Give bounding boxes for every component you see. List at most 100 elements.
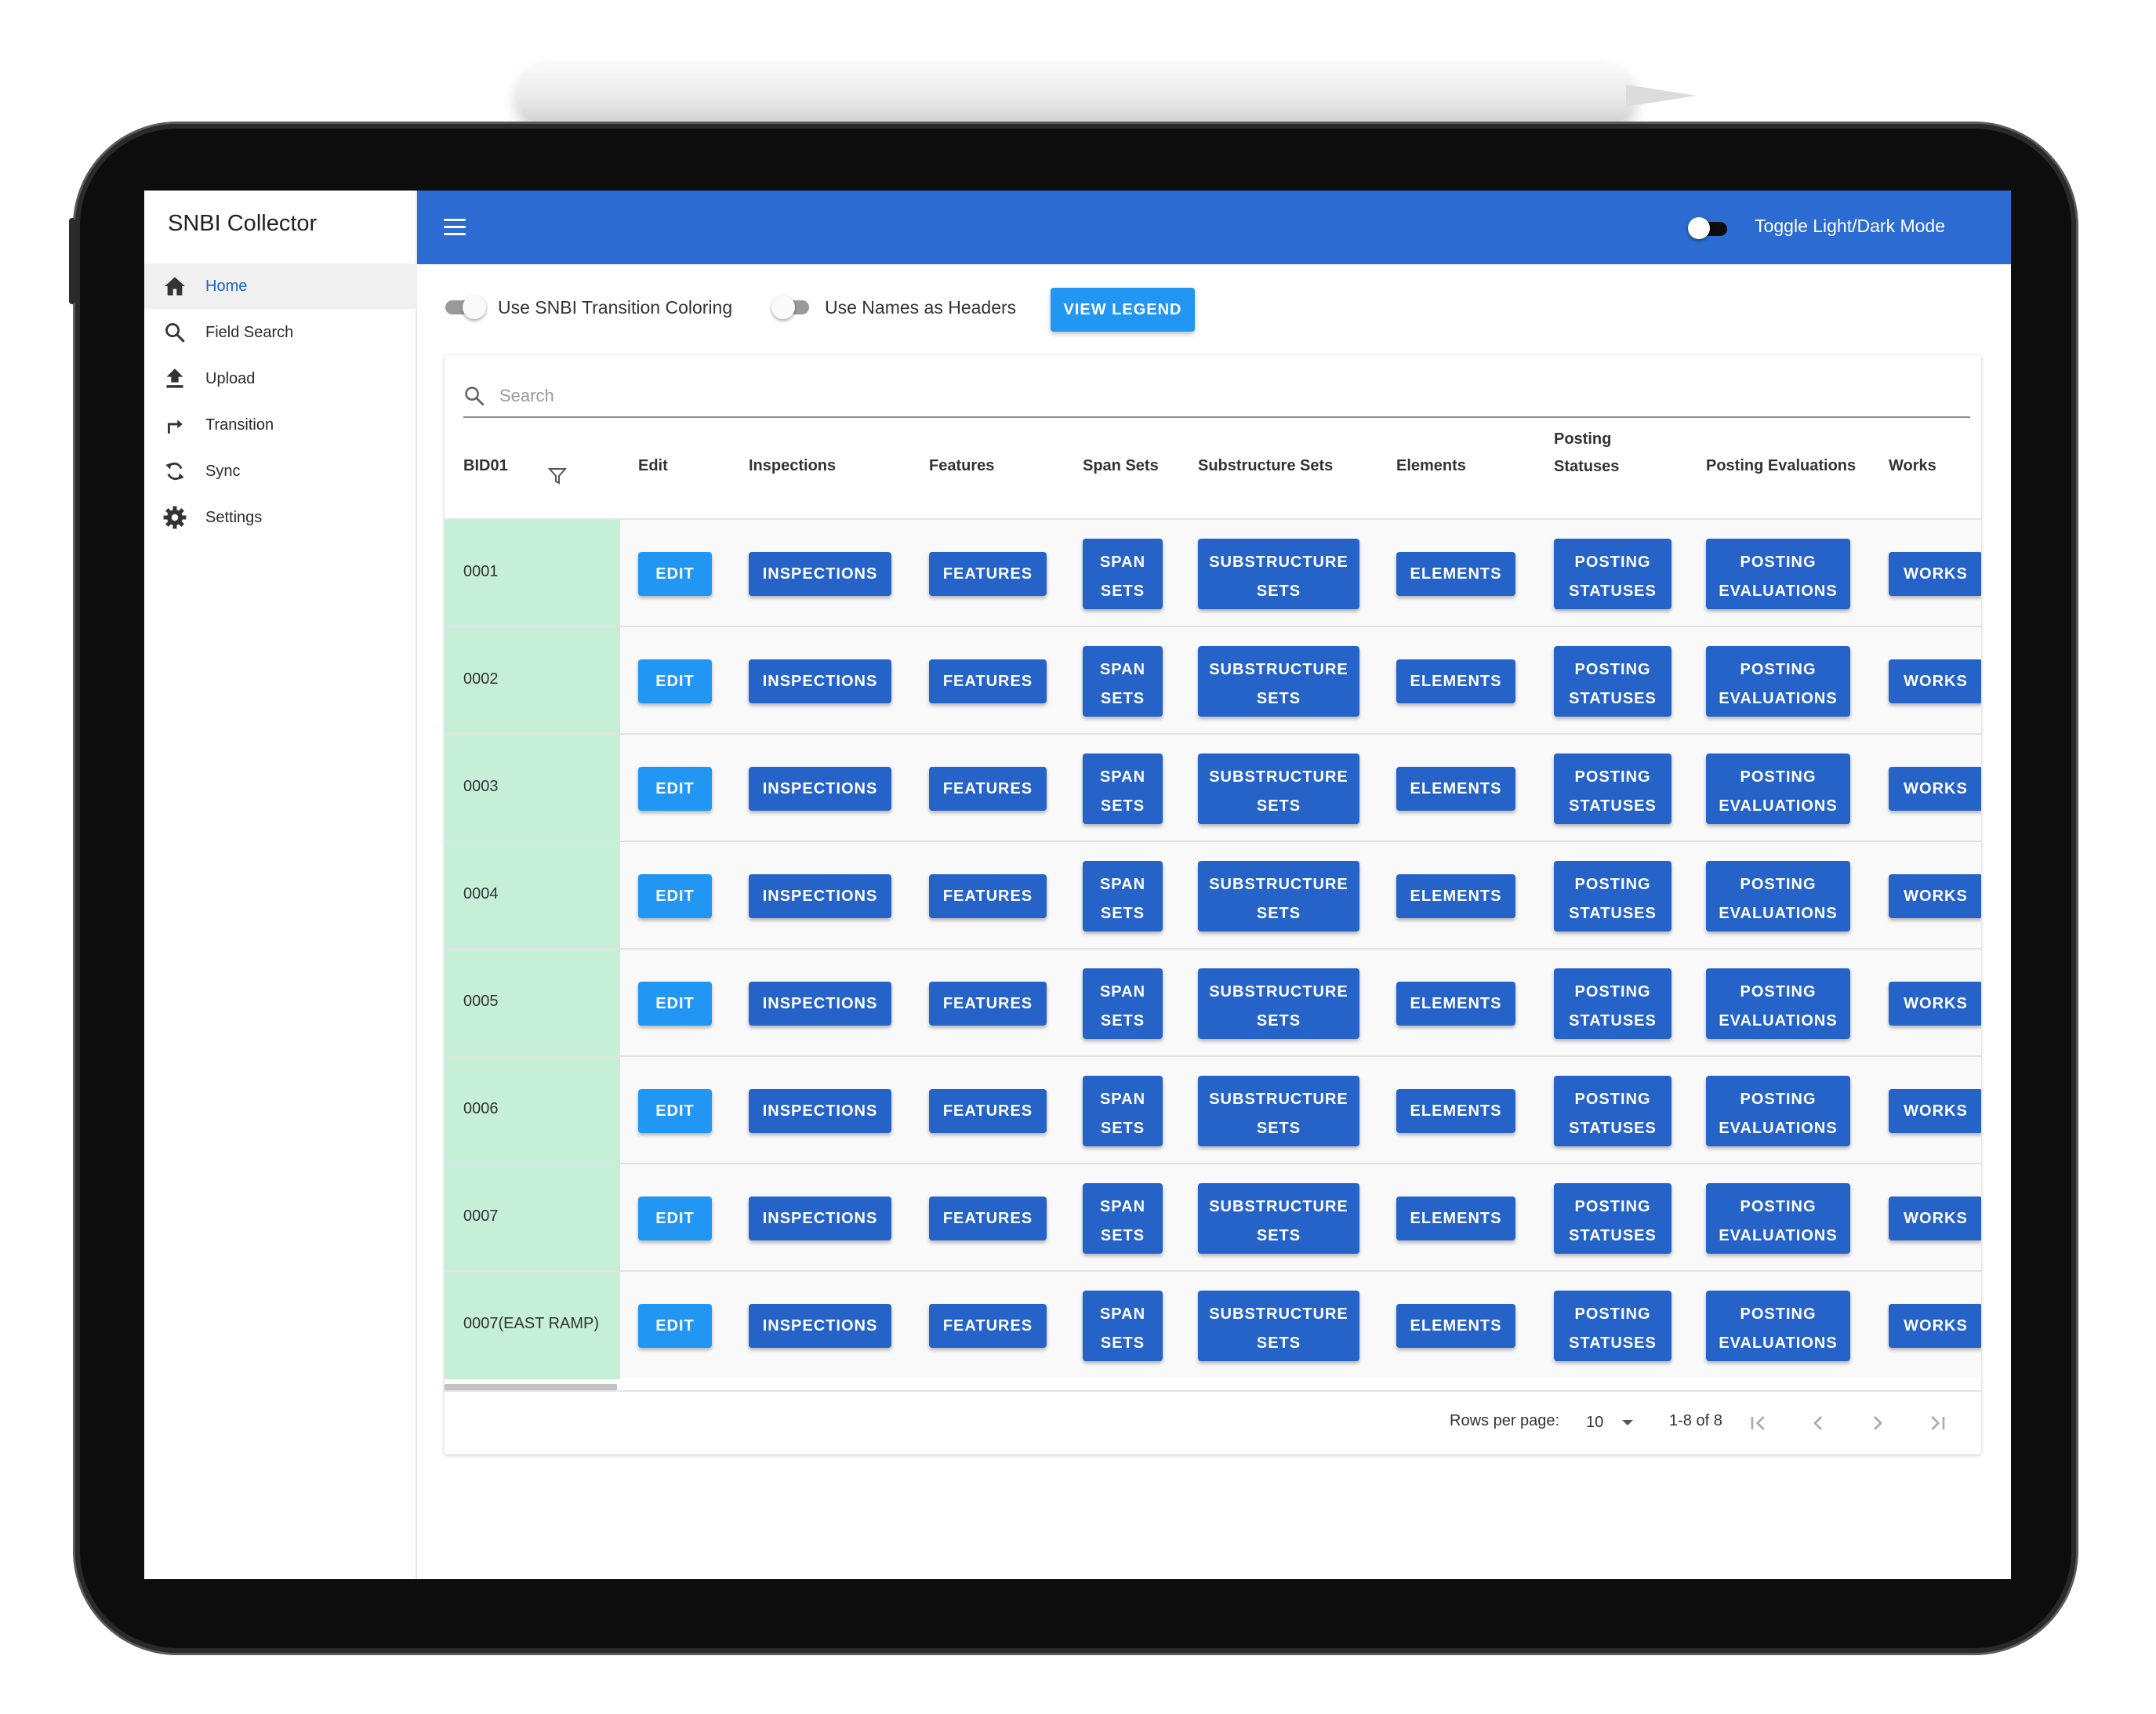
span-sets-button[interactable]: SPAN SETS — [1083, 1291, 1163, 1361]
posting-evaluations-button[interactable]: POSTING EVALUATIONS — [1706, 968, 1850, 1039]
edit-button[interactable]: EDIT — [638, 552, 712, 596]
span-sets-button[interactable]: SPAN SETS — [1083, 968, 1163, 1039]
posting-evaluations-button[interactable]: POSTING EVALUATIONS — [1706, 1291, 1850, 1361]
switch-thumb — [463, 296, 486, 319]
substructure-sets-button[interactable]: SUBSTRUCTURE SETS — [1198, 968, 1359, 1039]
posting-statuses-button[interactable]: POSTING STATUSES — [1554, 968, 1671, 1039]
previous-page-icon[interactable] — [1806, 1411, 1831, 1436]
elements-button[interactable]: ELEMENTS — [1396, 659, 1515, 703]
span-sets-button[interactable]: SPAN SETS — [1083, 646, 1163, 717]
posting-statuses-button[interactable]: POSTING STATUSES — [1554, 1076, 1671, 1146]
inspections-button[interactable]: INSPECTIONS — [749, 767, 891, 811]
features-button[interactable]: FEATURES — [929, 874, 1047, 918]
works-button[interactable]: WORKS — [1889, 659, 1981, 703]
edit-button[interactable]: EDIT — [638, 659, 712, 703]
features-button[interactable]: FEATURES — [929, 982, 1047, 1026]
transition-coloring-switch[interactable] — [444, 296, 486, 319]
last-page-icon[interactable] — [1925, 1411, 1950, 1436]
sidebar-item-label: Field Search — [205, 323, 294, 341]
sidebar-item-sync[interactable]: Sync — [144, 448, 417, 494]
menu-icon[interactable] — [444, 219, 466, 236]
inspections-button[interactable]: INSPECTIONS — [749, 1089, 891, 1133]
table-row: 0007(EAST RAMP) EDIT INSPECTIONS FEATURES SP… — [445, 1270, 1981, 1379]
works-button[interactable]: WORKS — [1889, 1089, 1981, 1133]
next-page-icon[interactable] — [1865, 1411, 1890, 1436]
span-sets-button[interactable]: SPAN SETS — [1083, 1183, 1163, 1254]
names-as-headers-switch[interactable] — [771, 296, 814, 319]
first-page-icon[interactable] — [1746, 1411, 1771, 1436]
posting-evaluations-button[interactable]: POSTING EVALUATIONS — [1706, 861, 1850, 931]
sidebar-item-transition[interactable]: Transition — [144, 402, 417, 448]
substructure-sets-button[interactable]: SUBSTRUCTURE SETS — [1198, 1076, 1359, 1146]
edit-button[interactable]: EDIT — [638, 1197, 712, 1240]
works-button[interactable]: WORKS — [1889, 767, 1981, 811]
view-legend-button[interactable]: VIEW LEGEND — [1051, 288, 1195, 332]
substructure-sets-button[interactable]: SUBSTRUCTURE SETS — [1198, 539, 1359, 609]
sidebar-item-settings[interactable]: Settings — [144, 495, 417, 540]
inspections-button[interactable]: INSPECTIONS — [749, 659, 891, 703]
posting-evaluations-button[interactable]: POSTING EVALUATIONS — [1706, 754, 1850, 824]
features-button[interactable]: FEATURES — [929, 1197, 1047, 1240]
works-button[interactable]: WORKS — [1889, 982, 1981, 1026]
inspections-button[interactable]: INSPECTIONS — [749, 1197, 891, 1240]
inspections-button[interactable]: INSPECTIONS — [749, 1304, 891, 1348]
edit-button[interactable]: EDIT — [638, 982, 712, 1026]
posting-statuses-button[interactable]: POSTING STATUSES — [1554, 646, 1671, 717]
sidebar-item-home[interactable]: Home — [144, 263, 417, 309]
posting-evaluations-button[interactable]: POSTING EVALUATIONS — [1706, 1076, 1850, 1146]
button-label-line: SPAN — [1099, 1198, 1146, 1215]
span-sets-button[interactable]: SPAN SETS — [1083, 1076, 1163, 1146]
substructure-sets-button[interactable]: SUBSTRUCTURE SETS — [1198, 1291, 1359, 1361]
edit-button[interactable]: EDIT — [638, 1089, 712, 1133]
posting-statuses-button[interactable]: POSTING STATUSES — [1554, 861, 1671, 931]
features-button[interactable]: FEATURES — [929, 767, 1047, 811]
posting-statuses-button[interactable]: POSTING STATUSES — [1554, 539, 1671, 609]
substructure-sets-button[interactable]: SUBSTRUCTURE SETS — [1198, 754, 1359, 824]
elements-button[interactable]: ELEMENTS — [1396, 1304, 1515, 1348]
theme-toggle-switch[interactable] — [1688, 217, 1729, 239]
works-button[interactable]: WORKS — [1889, 1304, 1981, 1348]
filter-icon[interactable] — [547, 467, 568, 485]
features-button[interactable]: FEATURES — [929, 1089, 1047, 1133]
span-sets-button[interactable]: SPAN SETS — [1083, 539, 1163, 609]
elements-button[interactable]: ELEMENTS — [1396, 982, 1515, 1026]
edit-button[interactable]: EDIT — [638, 874, 712, 918]
header-bid01[interactable]: BID01 — [463, 452, 508, 480]
search-input[interactable] — [499, 382, 1832, 410]
button-label-line: POSTING — [1574, 768, 1651, 786]
span-sets-button[interactable]: SPAN SETS — [1083, 861, 1163, 931]
edit-button[interactable]: EDIT — [638, 1304, 712, 1348]
works-button[interactable]: WORKS — [1889, 552, 1981, 596]
sidebar-item-field-search[interactable]: Field Search — [144, 310, 417, 355]
caret-down-icon[interactable] — [1622, 1420, 1633, 1425]
features-button[interactable]: FEATURES — [929, 552, 1047, 596]
inspections-button[interactable]: INSPECTIONS — [749, 552, 891, 596]
posting-evaluations-button[interactable]: POSTING EVALUATIONS — [1706, 1183, 1850, 1254]
elements-button[interactable]: ELEMENTS — [1396, 1197, 1515, 1240]
edit-button[interactable]: EDIT — [638, 767, 712, 811]
inspections-button[interactable]: INSPECTIONS — [749, 982, 891, 1026]
posting-evaluations-button[interactable]: POSTING EVALUATIONS — [1706, 646, 1850, 717]
inspections-button[interactable]: INSPECTIONS — [749, 874, 891, 918]
features-button[interactable]: FEATURES — [929, 659, 1047, 703]
works-button[interactable]: WORKS — [1889, 874, 1981, 918]
span-sets-button[interactable]: SPAN SETS — [1083, 754, 1163, 824]
features-button[interactable]: FEATURES — [929, 1304, 1047, 1348]
posting-statuses-button[interactable]: POSTING STATUSES — [1554, 1183, 1671, 1254]
sidebar-item-upload[interactable]: Upload — [144, 356, 417, 401]
button-label-line: POSTING — [1740, 661, 1817, 678]
elements-button[interactable]: ELEMENTS — [1396, 552, 1515, 596]
substructure-sets-button[interactable]: SUBSTRUCTURE SETS — [1198, 1183, 1359, 1254]
posting-statuses-button[interactable]: POSTING STATUSES — [1554, 754, 1671, 824]
button-label-line: SETS — [1100, 1227, 1145, 1244]
works-button[interactable]: WORKS — [1889, 1197, 1981, 1240]
elements-button[interactable]: ELEMENTS — [1396, 767, 1515, 811]
elements-button[interactable]: ELEMENTS — [1396, 874, 1515, 918]
substructure-sets-button[interactable]: SUBSTRUCTURE SETS — [1198, 861, 1359, 931]
button-label-line: POSTING — [1740, 983, 1817, 1000]
substructure-sets-button[interactable]: SUBSTRUCTURE SETS — [1198, 646, 1359, 717]
elements-button[interactable]: ELEMENTS — [1396, 1089, 1515, 1133]
rows-per-page-select[interactable]: 10 — [1586, 1414, 1603, 1432]
posting-statuses-button[interactable]: POSTING STATUSES — [1554, 1291, 1671, 1361]
posting-evaluations-button[interactable]: POSTING EVALUATIONS — [1706, 539, 1850, 609]
